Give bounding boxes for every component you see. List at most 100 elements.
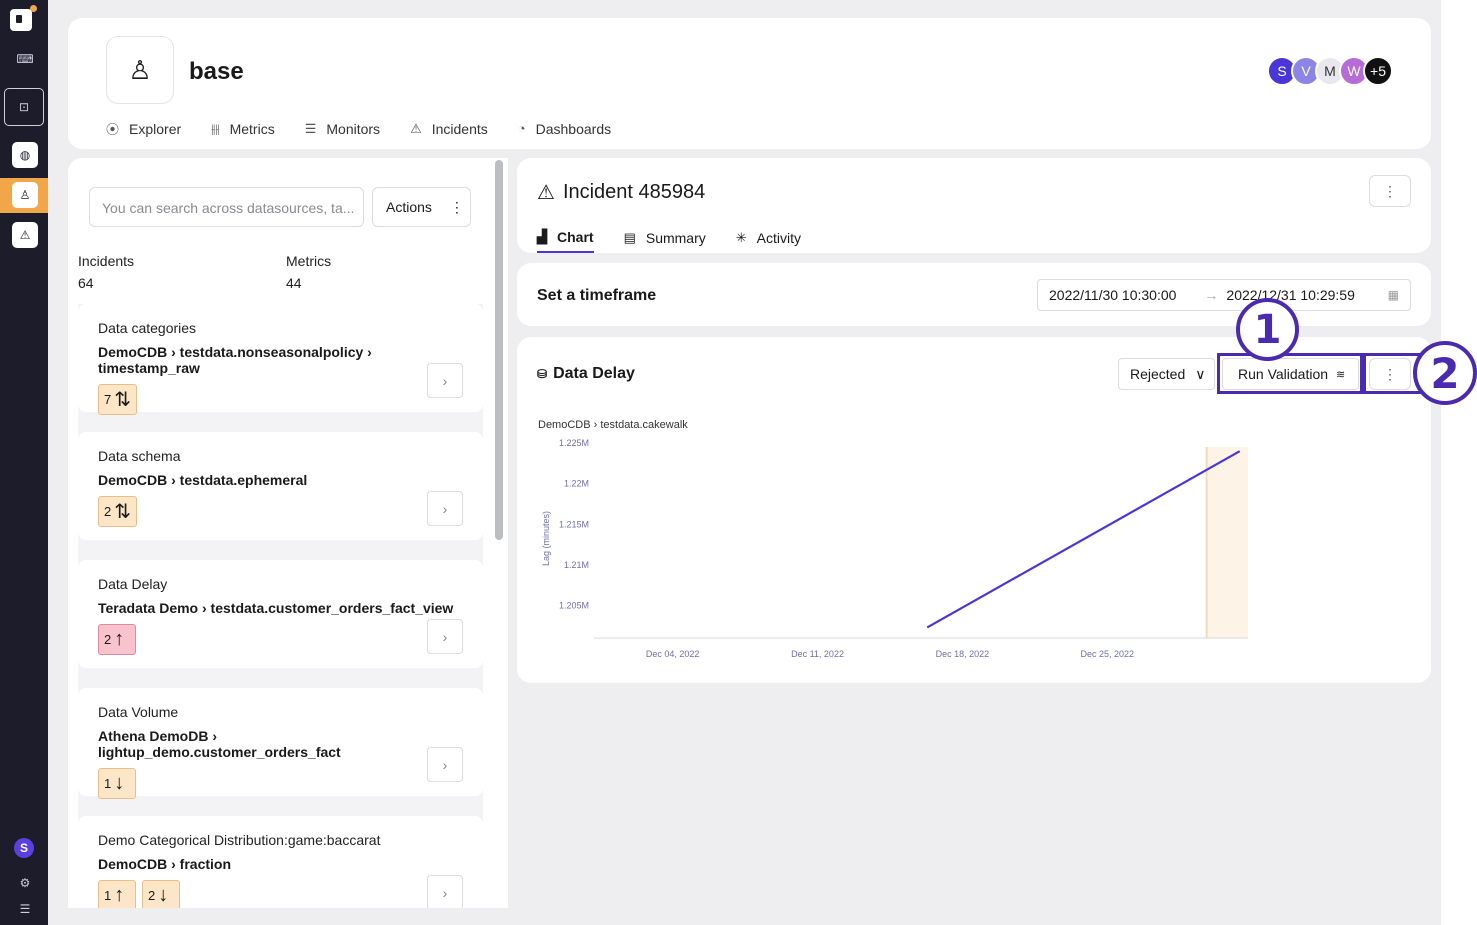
actions-button[interactable]: Actions ⋮ [372,187,471,227]
x-tick-label: Dec 11, 2022 [791,649,844,659]
app-logo[interactable] [10,9,32,31]
member-avatar[interactable]: +5 [1363,56,1393,86]
workspace-rail-icon[interactable]: ♙ [12,182,38,208]
incident-item-title: Data Delay [98,576,168,592]
incident-count-badge: 1 ↓ [98,768,136,799]
incident-list-item[interactable]: Data categories DemoCDB › testdata.nonsea… [78,304,483,415]
workspace-header: ♙ base S V M W +5 ⦿ Explorer ⫲⫲ Metrics ☰ Monitor… [68,18,1431,149]
direction-arrow-icon: ⇅ [114,389,131,411]
nav-dashboards[interactable]: ◔ Dashboards [518,119,611,138]
y-tick-label: 1.225M [559,438,589,448]
incident-menu-button[interactable]: ⋮ [1369,175,1411,207]
alerts-rail-icon[interactable]: ⚠ [12,222,38,248]
incident-title: Incident 485984 [562,181,706,203]
chevron-right-icon[interactable]: › [427,747,463,782]
incident-list-item[interactable]: Demo Categorical Distribution:game:bacca… [78,816,483,908]
nav-label: Explorer [129,120,182,137]
chevron-right-icon[interactable]: › [427,619,463,654]
warning-icon: ⚠ [537,182,555,204]
explorer-rail-icon[interactable]: ⊡ [4,88,44,126]
nav-monitors[interactable]: ☰ Monitors [305,119,380,138]
badge-count: 1 [104,776,112,791]
chevron-right-icon[interactable]: › [427,363,463,398]
nav-incidents[interactable]: ⚠ Incidents [410,119,488,138]
document-icon: ▤ [623,230,636,245]
status-value: Rejected [1130,366,1186,382]
timeframe-label: Set a timeframe [537,287,657,304]
incident-tabs: ▟ Chart ▤ Summary ✳ Activity [537,222,801,253]
tab-label: Activity [756,230,802,246]
timeframe-range-picker[interactable]: 2022/11/30 10:30:00 → 2022/12/31 10:29:5… [1037,279,1411,311]
activity-icon: ✳ [735,230,747,245]
badge-count: 1 [104,888,112,903]
y-tick-label: 1.205M [559,601,589,611]
member-avatars[interactable]: S V M W +5 [1267,56,1393,86]
y-tick-label: 1.22M [564,479,589,489]
incident-count-badge: 7 ⇅ [98,384,137,415]
x-tick-label: Dec 25, 2022 [1080,649,1134,659]
incident-list-item[interactable]: Data schema DemoCDB › testdata.ephemeral 2… [78,432,483,540]
dashboard-rail-icon[interactable]: ◍ [12,142,38,168]
tab-label: Summary [645,230,706,246]
nav-label: Monitors [326,120,381,137]
incident-item-path: Athena DemoDB › lightup_demo.customer_or… [98,728,341,760]
y-axis-label: Lag (minutes) [541,511,551,566]
menu-icon[interactable]: ☰ [12,896,38,922]
notification-dot [30,5,37,12]
incident-list: Data categories DemoCDB › testdata.nonsea… [78,304,483,908]
badge-row: 1 ↓ [98,768,463,799]
user-avatar[interactable]: S [14,838,34,858]
nav-explorer[interactable]: ⦿ Explorer [106,119,181,138]
x-tick-label: Dec 04, 2022 [646,649,700,659]
incidents-count-value: 64 [78,275,94,291]
incident-item-path: DemoCDB › fraction [98,856,232,872]
tab-chart[interactable]: ▟ Chart [537,222,594,253]
incidents-count-label: Incidents [78,253,135,269]
incident-count-badge: 2 ↑ [98,624,136,655]
status-dropdown[interactable]: Rejected ∨ [1118,358,1215,390]
badge-row: 2 ⇅ [98,496,463,527]
data-delay-chart: DemoCDB › testdata.cakewalk 1.205M 1.21M 1.… [538,419,1248,659]
actions-label: Actions [386,199,432,215]
incident-header: ⚠ Incident 485984 ⋮ ▟ Chart ▤ Summary ✳ Activ… [517,158,1431,253]
incident-item-title: Data categories [98,320,197,336]
direction-arrow-icon: ↓ [158,884,169,906]
incident-list-panel: You can search across datasources, ta...… [68,158,508,908]
badge-count: 2 [148,888,156,903]
tab-summary[interactable]: ▤ Summary [624,222,706,253]
chevron-right-icon[interactable]: › [427,875,463,908]
nav-label: Dashboards [535,120,612,137]
y-tick-label: 1.215M [559,519,589,529]
database-icon: ⛁ [537,367,548,381]
calendar-icon[interactable]: ▦ [1388,288,1399,302]
incident-list-item[interactable]: Data Volume Athena DemoDB › lightup_demo.… [78,688,483,799]
badge-row: 1 ↑ 2 ↓ [98,880,463,908]
direction-arrow-icon: ⇅ [114,501,131,523]
timeframe-start[interactable]: 2022/11/30 10:30:00 [1049,287,1176,303]
kebab-icon: ⋮ [449,198,464,215]
direction-arrow-icon: ↑ [114,884,125,906]
nav-metrics[interactable]: ⫲⫲ Metrics [211,119,275,138]
badge-count: 2 [104,632,112,647]
incident-item-path: Teradata Demo › testdata.customer_orders… [98,600,454,616]
metrics-count-value: 44 [286,275,302,291]
incident-item-title: Data Volume [98,704,179,720]
chevron-right-icon[interactable]: › [427,491,463,526]
arrow-right-icon: → [1204,287,1219,303]
list-scrollbar[interactable] [495,160,503,540]
badge-row: 2 ↑ [98,624,463,655]
search-input[interactable]: You can search across datasources, ta... [89,187,364,227]
workspace-title: base [189,58,244,85]
keyboard-icon[interactable]: ⌨ [12,46,38,72]
incident-count-badge: 2 ↓ [142,880,180,908]
incident-item-path: DemoCDB › testdata.nonseasonalpolicy › t… [98,344,372,376]
tab-activity[interactable]: ✳ Activity [736,222,801,253]
callout-box-1 [1217,353,1363,394]
settings-icon[interactable]: ⚙ [12,870,38,896]
incident-list-item[interactable]: Data Delay Teradata Demo › testdata.custo… [78,560,483,668]
bar-chart-icon: ▟ [537,229,547,244]
incident-count-badge: 1 ↑ [98,880,136,908]
callout-number-1: 1 [1236,298,1299,361]
timeframe-end[interactable]: 2022/12/31 10:29:59 [1226,287,1354,303]
badge-row: 7 ⇅ [98,384,463,415]
